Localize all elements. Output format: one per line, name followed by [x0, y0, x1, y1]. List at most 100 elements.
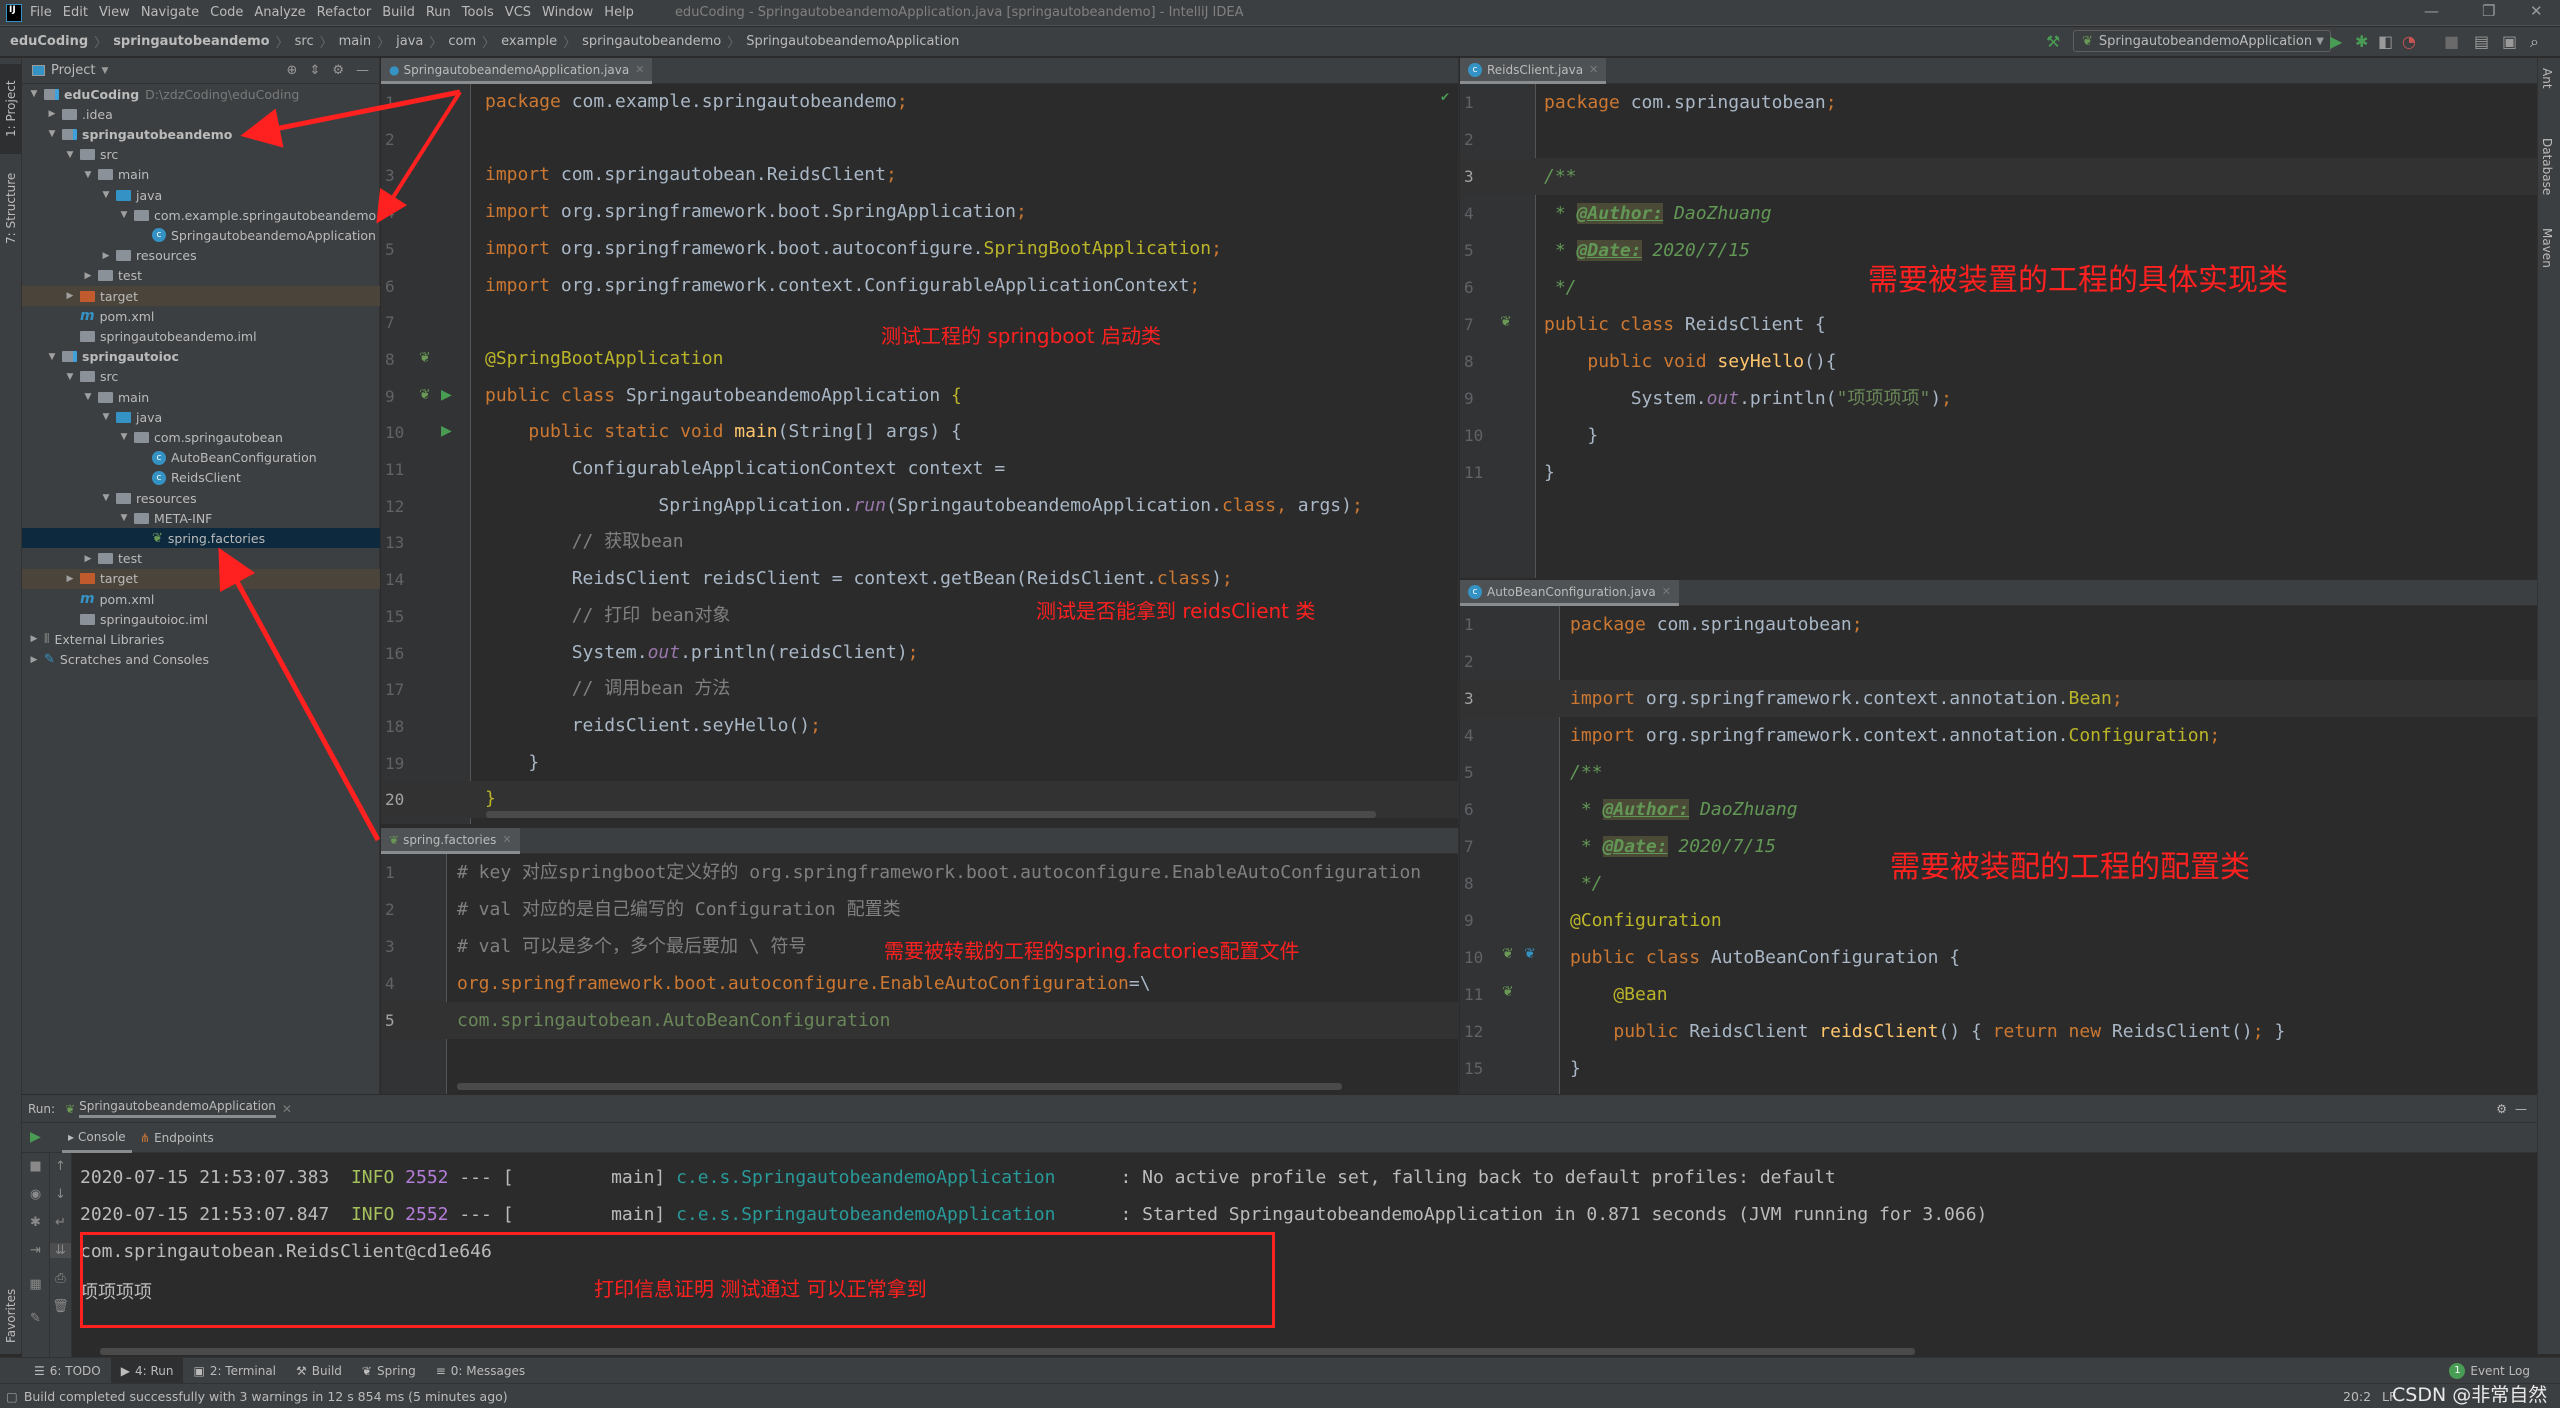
event-log-button[interactable]: 1 Event Log	[2449, 1362, 2530, 1379]
soft-wrap-icon[interactable]: ↵	[50, 1215, 71, 1230]
tree-item[interactable]: ▼ springautobeandemo	[22, 124, 380, 144]
spring-config-gutter-icon[interactable]: ❦	[1524, 946, 1536, 962]
close-icon[interactable]: ✕	[1589, 63, 1598, 76]
spring-bean-gutter-icon[interactable]: ❦	[1500, 314, 1512, 330]
up-arrow-icon[interactable]: ↑	[50, 1159, 71, 1174]
hide-icon[interactable]: —	[2515, 1102, 2527, 1116]
expanded-arrow-icon[interactable]: ▼	[46, 352, 58, 362]
tree-item[interactable]: ▼ com.example.springautobeandemo	[22, 205, 380, 225]
tool-tab-build[interactable]: ⚒ Build	[286, 1358, 352, 1384]
caret-position[interactable]: 20:2	[2343, 1389, 2371, 1404]
close-icon[interactable]: ✕	[1662, 585, 1671, 598]
collapsed-arrow-icon[interactable]: ▶	[82, 554, 94, 564]
tree-item[interactable]: m pom.xml	[22, 306, 380, 326]
tab-spring-factories[interactable]: ❦ spring.factories ✕	[381, 828, 520, 854]
expanded-arrow-icon[interactable]: ▼	[100, 190, 112, 200]
tree-item[interactable]: ▶ ⫴ External Libraries	[22, 629, 380, 649]
menu-file[interactable]: File	[30, 5, 52, 20]
code-area[interactable]: 1 package com.example.springautobeandemo;…	[381, 84, 1458, 824]
horizontal-scrollbar[interactable]	[486, 811, 1376, 818]
menu-window[interactable]: Window	[542, 5, 593, 20]
tab-reidsclient[interactable]: c ReidsClient.java ✕	[1460, 58, 1607, 84]
project-view-select[interactable]: Project	[51, 63, 95, 78]
expanded-arrow-icon[interactable]: ▼	[100, 493, 112, 503]
debug-icon[interactable]: ✱	[22, 1215, 49, 1230]
tab-structure[interactable]: 7: Structure	[0, 158, 22, 258]
tree-item[interactable]: ❦ spring.factories	[22, 528, 380, 549]
expanded-arrow-icon[interactable]: ▼	[100, 412, 112, 422]
tree-item[interactable]: c ReidsClient	[22, 468, 380, 488]
menu-vcs[interactable]: VCS	[505, 5, 531, 20]
expanded-arrow-icon[interactable]: ▼	[64, 150, 76, 160]
gear-icon[interactable]: ⚙	[2496, 1102, 2507, 1116]
debug-icon[interactable]: ✱	[2355, 32, 2368, 51]
close-icon[interactable]: ✕	[635, 63, 644, 76]
collapsed-arrow-icon[interactable]: ▶	[46, 109, 58, 119]
tool-tab-spring[interactable]: ❦ Spring	[352, 1358, 426, 1384]
expanded-arrow-icon[interactable]: ▼	[64, 372, 76, 382]
tree-item[interactable]: ▶ test	[22, 266, 380, 286]
close-button[interactable]: ✕	[2530, 2, 2543, 20]
run-gutter-icon[interactable]: ▶	[441, 423, 452, 439]
collapsed-arrow-icon[interactable]: ▶	[28, 634, 40, 644]
tree-item[interactable]: c AutoBeanConfiguration	[22, 448, 380, 468]
tree-item[interactable]: ▼ resources	[22, 488, 380, 508]
tree-item[interactable]: ▼ main	[22, 165, 380, 185]
tool-tab-todo[interactable]: ☰ 6: TODO	[24, 1358, 111, 1384]
project-structure-icon[interactable]: ▤	[2474, 32, 2489, 51]
horizontal-scrollbar[interactable]	[457, 1083, 1342, 1090]
tool-tab-messages[interactable]: ≡ 0: Messages	[426, 1358, 535, 1384]
stop-icon[interactable]: ■	[2444, 32, 2459, 51]
editor-autobeanconfiguration[interactable]: c AutoBeanConfiguration.java ✕ 1 package …	[1460, 580, 2537, 1094]
terminal-icon[interactable]: ▣	[2502, 32, 2517, 51]
editor-main[interactable]: ● SpringautobeandemoApplication.java ✕ 1…	[381, 58, 1459, 824]
down-arrow-icon[interactable]: ↓	[50, 1187, 71, 1202]
trash-icon[interactable]: 🗑	[50, 1299, 71, 1314]
breadcrumb-item[interactable]: main	[339, 34, 371, 49]
menu-tools[interactable]: Tools	[462, 5, 494, 20]
tree-item[interactable]: ▼ src	[22, 145, 380, 165]
restore-button[interactable]: ❐	[2482, 2, 2495, 20]
tab-database[interactable]: Database	[2540, 138, 2554, 195]
layout-icon[interactable]: ▦	[22, 1277, 49, 1292]
breadcrumb-item[interactable]: eduCoding	[10, 34, 88, 49]
tree-item[interactable]: springautoioc.iml	[22, 609, 380, 629]
run-tab[interactable]: SpringautobeandemoApplication	[79, 1099, 276, 1118]
rerun-icon[interactable]: ▶	[30, 1129, 41, 1145]
tab-ant[interactable]: Ant	[2540, 68, 2554, 89]
bean-gutter-icon[interactable]: ❦	[1502, 984, 1514, 1000]
menu-analyze[interactable]: Analyze	[254, 5, 305, 20]
subtab-endpoints[interactable]: ⋔ Endpoints	[140, 1123, 214, 1153]
editor-reidsclient[interactable]: c ReidsClient.java ✕ 1 package com.spring…	[1460, 58, 2537, 578]
tab-springautobeandemo-application[interactable]: ● SpringautobeandemoApplication.java ✕	[381, 58, 653, 84]
collapsed-arrow-icon[interactable]: ▶	[100, 251, 112, 261]
menu-code[interactable]: Code	[210, 5, 243, 20]
spring-bean-gutter-icon[interactable]: ❦	[419, 350, 431, 366]
close-icon[interactable]: ✕	[282, 1102, 292, 1116]
tree-item[interactable]: m pom.xml	[22, 589, 380, 609]
breadcrumb-item[interactable]: SpringautobeandemoApplication	[746, 34, 959, 49]
coverage-icon[interactable]: ◧	[2378, 32, 2393, 51]
exit-icon[interactable]: ⇥	[22, 1243, 49, 1258]
breadcrumb-item[interactable]: src	[295, 34, 314, 49]
stop-icon[interactable]: ■	[22, 1159, 49, 1174]
hide-icon[interactable]: —	[356, 63, 369, 78]
tree-item[interactable]: springautobeandemo.iml	[22, 326, 380, 346]
tree-item[interactable]: c SpringautobeandemoApplication	[22, 225, 380, 245]
menu-navigate[interactable]: Navigate	[141, 5, 199, 20]
breadcrumb-item[interactable]: java	[396, 34, 423, 49]
run-configuration-select[interactable]: ❦ SpringautobeandemoApplication ▼	[2073, 30, 2331, 52]
chevron-down-icon[interactable]: ▼	[101, 66, 108, 76]
menu-edit[interactable]: Edit	[63, 5, 88, 20]
camera-icon[interactable]: ◉	[22, 1187, 49, 1202]
spring-bean-gutter-icon[interactable]: ❦	[419, 387, 431, 403]
horizontal-scrollbar[interactable]	[100, 1348, 1915, 1355]
expanded-arrow-icon[interactable]: ▼	[28, 89, 40, 99]
spring-bean-gutter-icon[interactable]: ❦	[1502, 946, 1514, 962]
tool-tab-run[interactable]: ▶ 4: Run	[110, 1357, 184, 1384]
search-icon[interactable]: ⌕	[2530, 32, 2539, 52]
menu-run[interactable]: Run	[426, 5, 451, 20]
tree-item[interactable]: ▼ main	[22, 387, 380, 407]
menu-view[interactable]: View	[99, 5, 130, 20]
breadcrumb-item[interactable]: springautobeandemo	[113, 34, 269, 49]
